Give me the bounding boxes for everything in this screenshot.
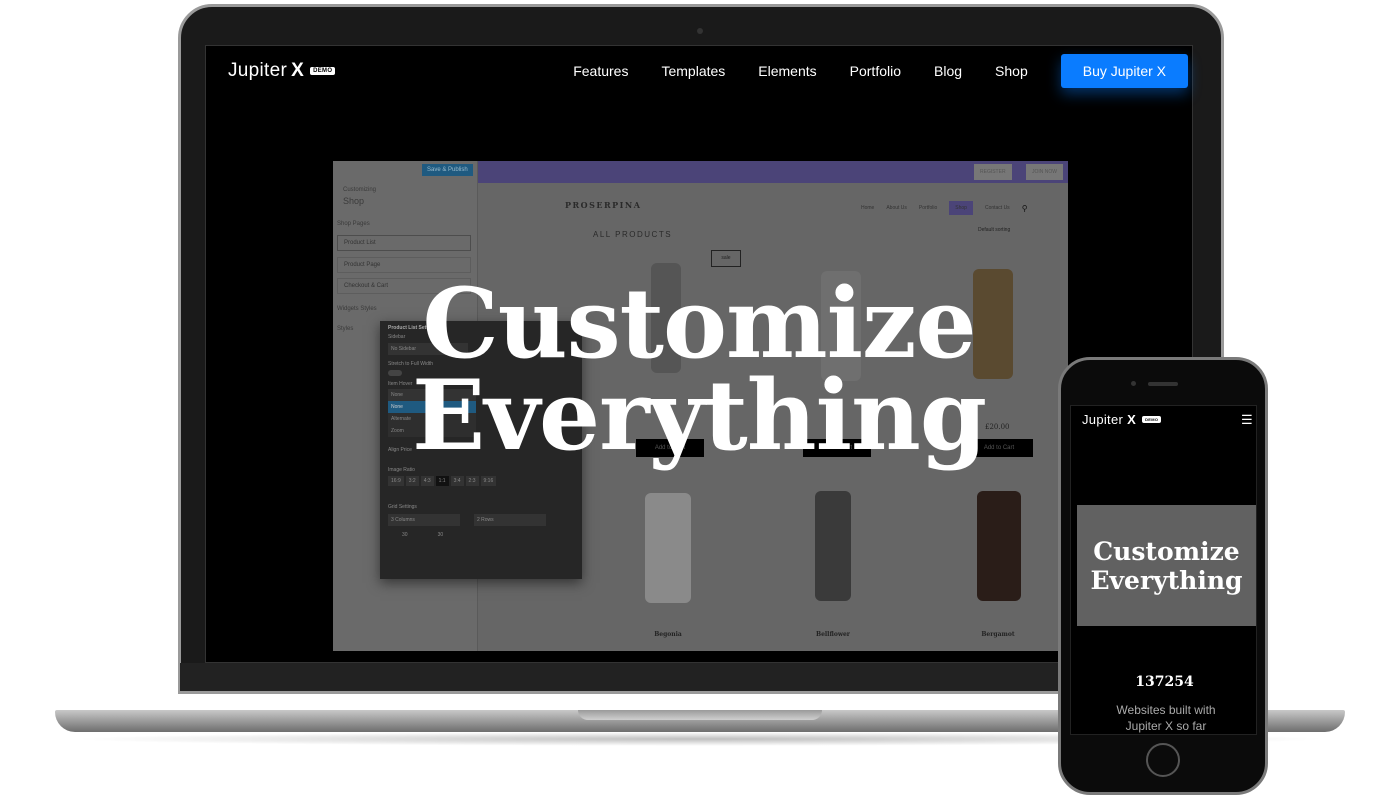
site-topbar: REGISTER JOIN NOW [478, 161, 1068, 183]
site-menu-item[interactable]: Shop [949, 201, 973, 215]
site-menu-item[interactable]: About Us [886, 205, 907, 211]
laptop-notch [578, 710, 822, 720]
hamburger-menu-icon[interactable]: ☰ [1241, 412, 1253, 428]
ratio-button[interactable]: 3:2 [405, 476, 419, 486]
customizing-label: Customizing [343, 187, 377, 193]
sale-badge: sale [711, 250, 741, 267]
laptop-camera [697, 28, 703, 34]
gap-y-input[interactable]: 30 [438, 532, 444, 538]
site-menu-item[interactable]: Portfolio [919, 205, 937, 211]
nav-features[interactable]: Features [573, 63, 628, 79]
ratio-button[interactable]: 2:3 [465, 476, 479, 486]
phone-speaker [1148, 382, 1178, 386]
demo-badge: DEMO [1142, 416, 1162, 423]
grid-label: Grid Settings [388, 504, 417, 510]
grid-selects: 3 Columns 2 Rows [388, 514, 574, 526]
hero-headline: Customize Everything [205, 267, 1193, 472]
gap-x-input[interactable]: 30 [388, 532, 408, 538]
products-heading: ALL PRODUCTS [593, 230, 673, 239]
logo-text: Jupiter [228, 60, 288, 81]
nav-elements[interactable]: Elements [758, 63, 816, 79]
product-image[interactable] [977, 491, 1021, 601]
nav-templates[interactable]: Templates [661, 63, 725, 79]
product-name[interactable]: Bellflower [773, 631, 893, 638]
join-button[interactable]: JOIN NOW [1026, 164, 1063, 180]
search-icon[interactable]: ⚲ [1022, 204, 1028, 213]
site-menu: Home About Us Portfolio Shop Contact Us … [861, 201, 1028, 215]
phone-hero: Customize Everything [1077, 505, 1256, 626]
phone-camera [1131, 381, 1136, 386]
logo-text: Jupiter [1082, 412, 1124, 427]
main-menu: Features Templates Elements Portfolio Bl… [573, 54, 1188, 88]
site-navbar: Jupiter X DEMO Features Templates Elements… [228, 54, 1188, 88]
sites-count: 137254 [1135, 674, 1194, 690]
site-brand: PROSERPINA [565, 200, 642, 210]
group-label: Shop Pages [337, 221, 370, 227]
section-title: Shop [343, 196, 365, 206]
ratio-buttons: 16:9 3:2 4:3 1:1 3:4 2:3 9:16 [388, 476, 574, 486]
ratio-button[interactable]: 16:9 [388, 476, 404, 486]
product-name[interactable]: Bergamot [938, 631, 1058, 638]
ratio-button[interactable]: 9:16 [480, 476, 497, 486]
ratio-button[interactable]: 1:1 [435, 476, 449, 486]
product-name[interactable]: Begonia [608, 631, 728, 638]
nav-portfolio[interactable]: Portfolio [850, 63, 901, 79]
gap-inputs: 30 30 [388, 532, 574, 538]
sort-dropdown[interactable]: Default sorting [978, 227, 1010, 233]
headline-line: Everything [412, 359, 987, 472]
save-publish-button[interactable]: Save & Publish [422, 164, 473, 176]
nav-shop[interactable]: Shop [995, 63, 1028, 79]
phone-screen: Jupiter X DEMO ☰ Customize Everything 13725… [1070, 405, 1257, 735]
headline-line: Customize [422, 267, 976, 380]
columns-select[interactable]: 3 Columns [388, 514, 460, 526]
headline-line: Everything [1090, 565, 1243, 595]
site-menu-item[interactable]: Contact Us [985, 205, 1010, 211]
product-image[interactable] [815, 491, 851, 601]
phone-logo[interactable]: Jupiter X DEMO [1082, 412, 1162, 427]
logo[interactable]: Jupiter X DEMO [228, 60, 336, 82]
panel-item[interactable]: Product List [337, 235, 471, 251]
register-button[interactable]: REGISTER [974, 164, 1012, 180]
headline-line: Customize [1093, 536, 1240, 566]
sites-caption: Websites built with Jupiter X so far [1116, 703, 1216, 733]
product-image[interactable] [645, 493, 691, 603]
site-menu-item[interactable]: Home [861, 205, 874, 211]
rows-select[interactable]: 2 Rows [474, 514, 546, 526]
ratio-button[interactable]: 3:4 [450, 476, 464, 486]
logo-x: X [291, 60, 305, 81]
demo-badge: DEMO [310, 67, 336, 75]
buy-button[interactable]: Buy Jupiter X [1060, 54, 1188, 88]
nav-blog[interactable]: Blog [934, 63, 962, 79]
logo-x: X [1127, 412, 1137, 427]
phone-home-button[interactable] [1146, 743, 1180, 777]
ratio-button[interactable]: 4:3 [420, 476, 434, 486]
